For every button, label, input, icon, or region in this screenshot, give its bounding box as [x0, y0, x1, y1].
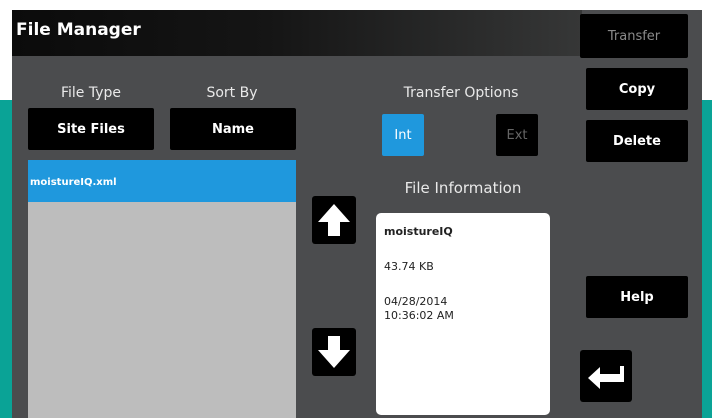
file-type-label: File Type — [60, 85, 122, 101]
arrow-down-icon — [318, 336, 350, 368]
bezel-left — [0, 100, 12, 418]
transfer-options-label: Transfer Options — [403, 85, 519, 101]
scroll-down-button[interactable] — [312, 328, 356, 376]
delete-button[interactable]: Delete — [586, 120, 688, 162]
int-option-button[interactable]: Int — [382, 114, 424, 156]
scroll-up-button[interactable] — [312, 196, 356, 244]
title-bar: File Manager — [12, 10, 582, 56]
info-file-date: 04/28/2014 — [384, 295, 448, 308]
ext-option-button[interactable]: Ext — [496, 114, 538, 156]
transfer-button[interactable]: Transfer — [580, 14, 688, 58]
enter-button[interactable] — [580, 350, 632, 402]
file-information-panel: moistureIQ 43.74 KB 04/28/2014 10:36:02 … — [376, 213, 550, 415]
file-type-select[interactable]: Site Files — [28, 108, 154, 150]
file-manager-screen: File Manager Transfer File Type Sort By … — [12, 10, 702, 418]
info-file-size: 43.74 KB — [384, 260, 434, 273]
info-file-time: 10:36:02 AM — [384, 309, 454, 322]
file-information-label: File Information — [404, 179, 522, 197]
help-button[interactable]: Help — [586, 276, 688, 318]
list-item[interactable]: moistureIQ.xml — [28, 160, 296, 202]
copy-button[interactable]: Copy — [586, 68, 688, 110]
sort-by-label: Sort By — [206, 85, 258, 101]
file-list[interactable]: moistureIQ.xml — [28, 160, 296, 418]
info-file-name: moistureIQ — [384, 225, 453, 238]
window-title: File Manager — [16, 20, 141, 40]
sort-by-select[interactable]: Name — [170, 108, 296, 150]
arrow-up-icon — [318, 204, 350, 236]
return-arrow-icon — [588, 366, 624, 389]
device-frame: File Manager Transfer File Type Sort By … — [0, 0, 712, 418]
bezel-right — [702, 100, 712, 418]
file-name: moistureIQ.xml — [30, 177, 117, 188]
